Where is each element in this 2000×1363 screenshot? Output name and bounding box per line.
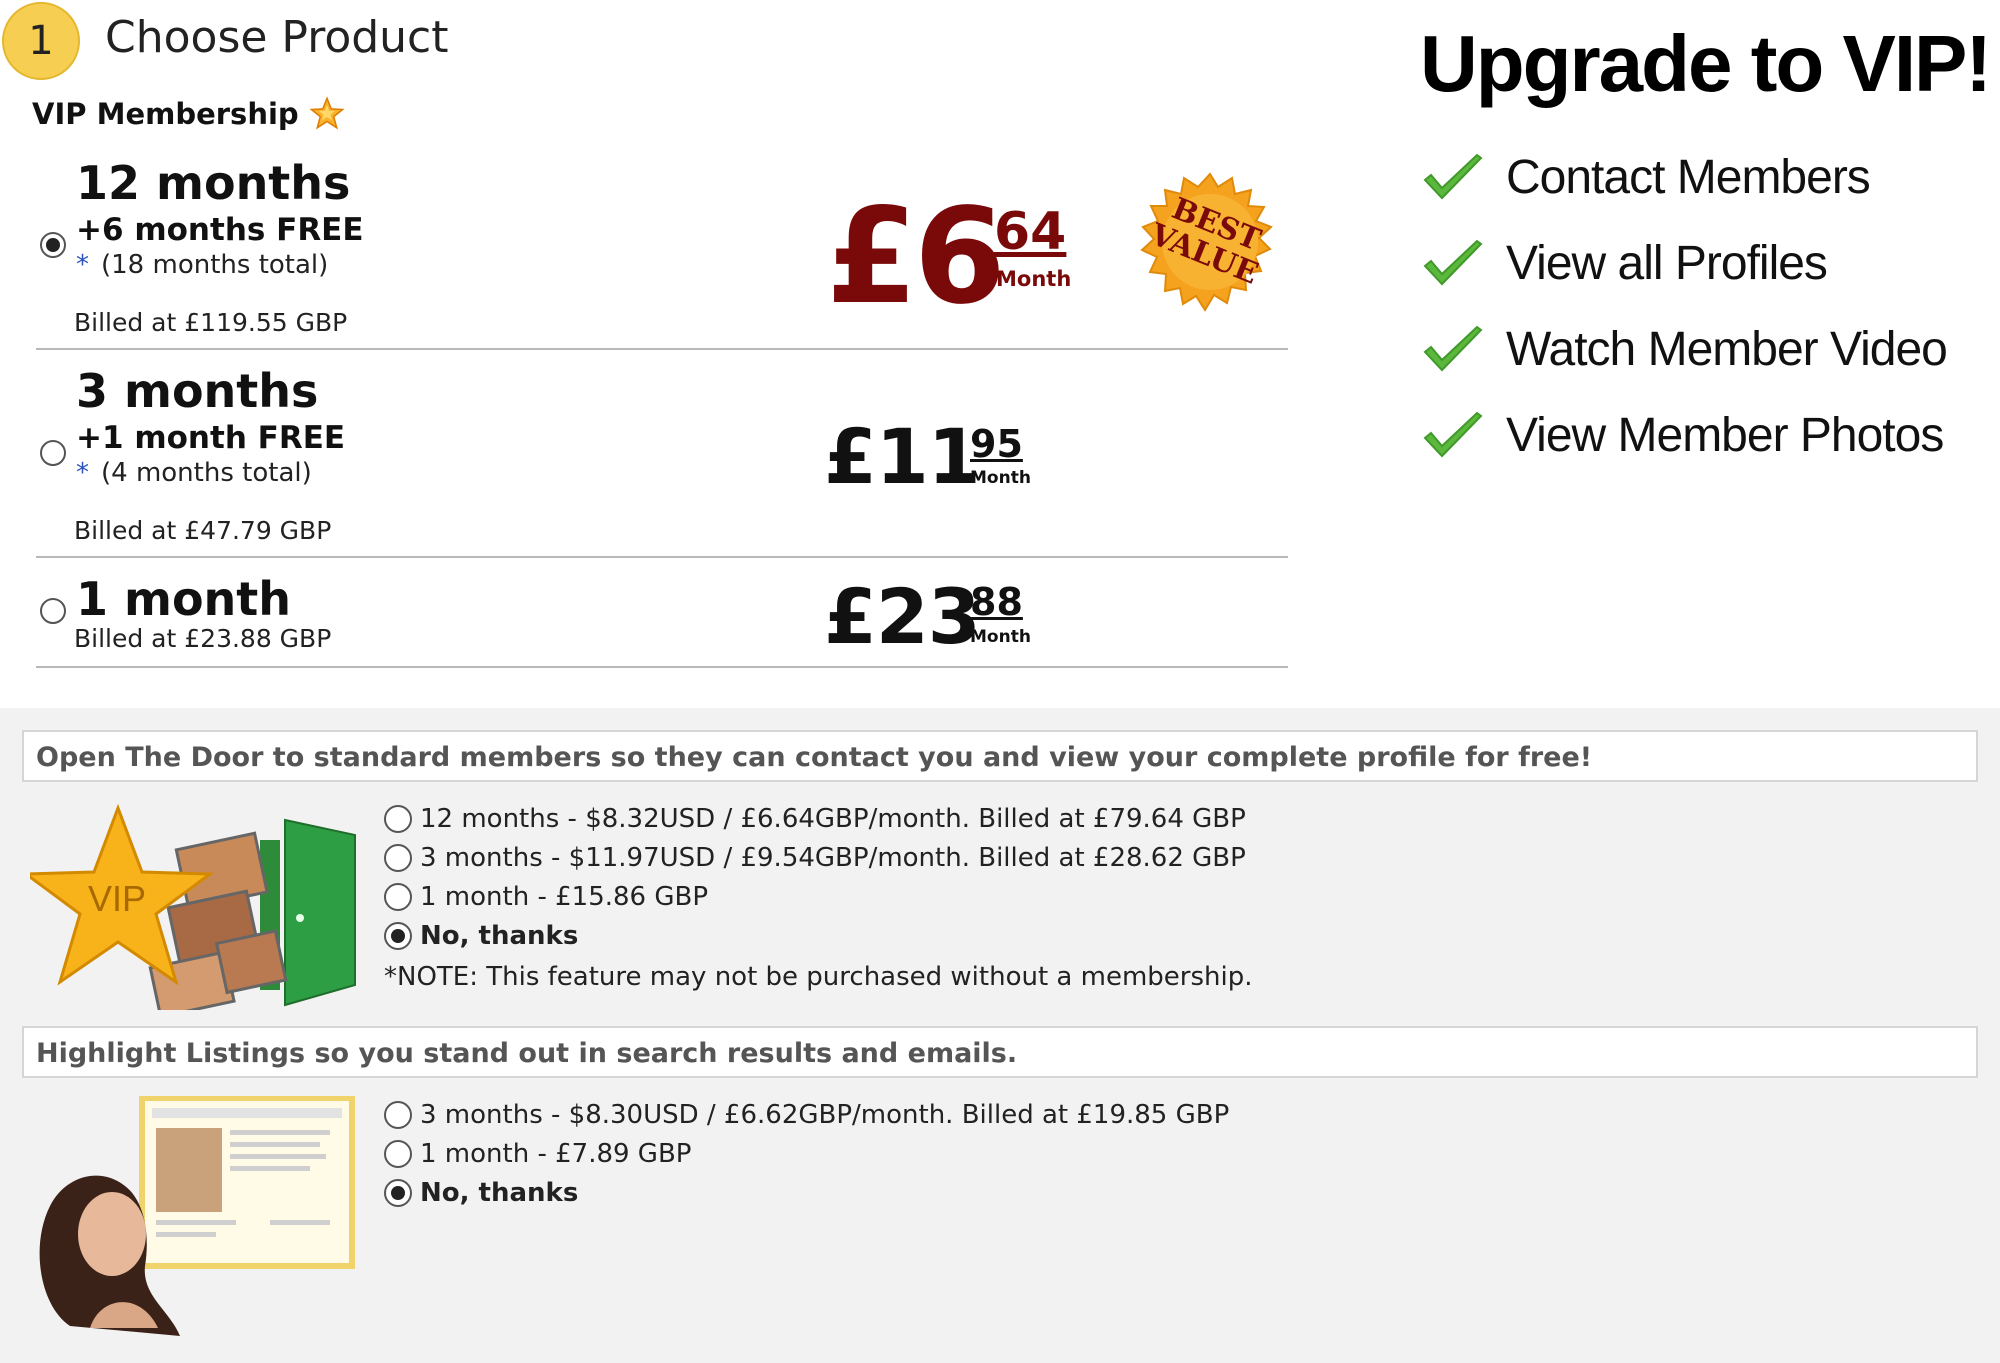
price-cents: 88 <box>970 580 1023 624</box>
plan-total-text: (4 months total) <box>101 458 312 488</box>
step-number: 1 <box>28 18 54 64</box>
option-radio[interactable] <box>384 805 412 833</box>
benefit-item: View Member Photos <box>1422 408 1944 463</box>
highlight-option-no-thanks[interactable]: No, thanks <box>384 1178 578 1208</box>
option-radio[interactable] <box>384 883 412 911</box>
plan-billed: Billed at £119.55 GBP <box>74 308 348 337</box>
price-unit: Month <box>996 267 1072 291</box>
highlight-option[interactable]: 1 month - £7.89 GBP <box>384 1139 691 1169</box>
asterisk: * <box>76 458 89 488</box>
price-whole: £11 <box>824 412 981 501</box>
vip-door-illustration: VIP <box>21 800 360 1019</box>
highlight-option[interactable]: 3 months - $8.30USD / £6.62GBP/month. Bi… <box>384 1100 1229 1130</box>
divider <box>36 348 1288 350</box>
benefit-item: View all Profiles <box>1422 236 1828 291</box>
option-label: No, thanks <box>420 921 579 951</box>
checkmark-icon <box>1423 153 1483 199</box>
checkmark-icon <box>1423 239 1483 285</box>
plan-total: * (18 months total) <box>76 250 328 280</box>
option-label: 1 month - £15.86 GBP <box>420 882 709 912</box>
plan-12-months-radio[interactable] <box>40 232 66 258</box>
option-radio[interactable] <box>384 1101 412 1129</box>
open-door-note: *NOTE: This feature may not be purchased… <box>384 962 1253 992</box>
benefit-item: Contact Members <box>1422 150 1871 205</box>
vip-membership-text: VIP Membership <box>32 97 299 131</box>
step-title: Choose Product <box>105 12 449 63</box>
highlight-illustration <box>30 1095 360 1336</box>
plan-3-months-radio[interactable] <box>40 440 66 466</box>
open-door-option[interactable]: 1 month - £15.86 GBP <box>384 882 708 912</box>
vip-door-image <box>21 803 356 1019</box>
highlight-heading: Highlight Listings so you stand out in s… <box>36 1038 1018 1069</box>
price-cents: 95 <box>970 422 1023 466</box>
benefit-text: Contact Members <box>1506 151 1871 204</box>
best-value-badge: BEST VALUE <box>1135 170 1285 320</box>
plan-billed: Billed at £47.79 GBP <box>74 516 332 545</box>
plan-billed: Billed at £23.88 GBP <box>74 624 332 653</box>
open-door-heading: Open The Door to standard members so the… <box>36 742 1593 773</box>
plan-title: 3 months <box>76 364 319 418</box>
plan-title: 1 month <box>76 572 292 626</box>
star-icon <box>309 96 345 130</box>
option-radio[interactable] <box>384 1179 412 1207</box>
vip-star-label: VIP <box>88 878 147 919</box>
option-label: 1 month - £7.89 GBP <box>420 1139 692 1169</box>
price-whole: £6 <box>826 180 1006 334</box>
open-door-heading-box: Open The Door to standard members so the… <box>22 730 1978 782</box>
plan-free-months: +6 months FREE <box>76 212 364 248</box>
plan-total: * (4 months total) <box>76 458 312 488</box>
option-label: 12 months - $8.32USD / £6.64GBP/month. B… <box>420 804 1246 834</box>
option-label: No, thanks <box>420 1178 579 1208</box>
step-number-badge: 1 <box>2 2 80 80</box>
price-unit: Month <box>970 468 1031 488</box>
highlight-heading-box: Highlight Listings so you stand out in s… <box>22 1026 1978 1078</box>
option-label: 3 months - $8.30USD / £6.62GBP/month. Bi… <box>420 1100 1230 1130</box>
open-door-option[interactable]: 3 months - $11.97USD / £9.54GBP/month. B… <box>384 843 1246 873</box>
upgrade-title: Upgrade to VIP! <box>1420 19 1992 108</box>
highlight-listing-image <box>39 1095 355 1336</box>
benefit-text: View Member Photos <box>1506 409 1944 462</box>
checkmark-icon <box>1423 325 1483 371</box>
asterisk: * <box>76 250 89 280</box>
plan-free-months: +1 month FREE <box>76 420 346 456</box>
divider <box>36 556 1288 558</box>
checkmark-icon <box>1423 411 1483 457</box>
benefit-text: Watch Member Video <box>1506 323 1948 376</box>
option-radio[interactable] <box>384 1140 412 1168</box>
plan-12-months[interactable]: 12 months +6 months FREE * (18 months tot… <box>36 150 1288 345</box>
divider <box>36 666 1288 668</box>
option-radio[interactable] <box>384 844 412 872</box>
plan-title: 12 months <box>76 156 351 210</box>
price-cents: 64 <box>994 202 1067 262</box>
addons-section: Open The Door to standard members so the… <box>0 708 2000 1363</box>
benefit-text: View all Profiles <box>1506 237 1828 290</box>
plan-3-months[interactable]: 3 months +1 month FREE * (4 months total)… <box>36 358 1288 553</box>
plan-total-text: (18 months total) <box>101 250 329 280</box>
vip-membership-label: VIP Membership <box>32 96 345 132</box>
open-door-option-no-thanks[interactable]: No, thanks <box>384 921 578 951</box>
open-door-option[interactable]: 12 months - $8.32USD / £6.64GBP/month. B… <box>384 804 1246 834</box>
plan-1-month-radio[interactable] <box>40 598 66 624</box>
price-unit: Month <box>970 627 1031 647</box>
benefit-item: Watch Member Video <box>1422 322 1948 377</box>
option-label: 3 months - $11.97USD / £9.54GBP/month. B… <box>420 843 1246 873</box>
price-whole: £23 <box>824 572 981 661</box>
option-radio[interactable] <box>384 922 412 950</box>
plan-1-month[interactable]: 1 month Billed at £23.88 GBP <box>36 568 1288 663</box>
